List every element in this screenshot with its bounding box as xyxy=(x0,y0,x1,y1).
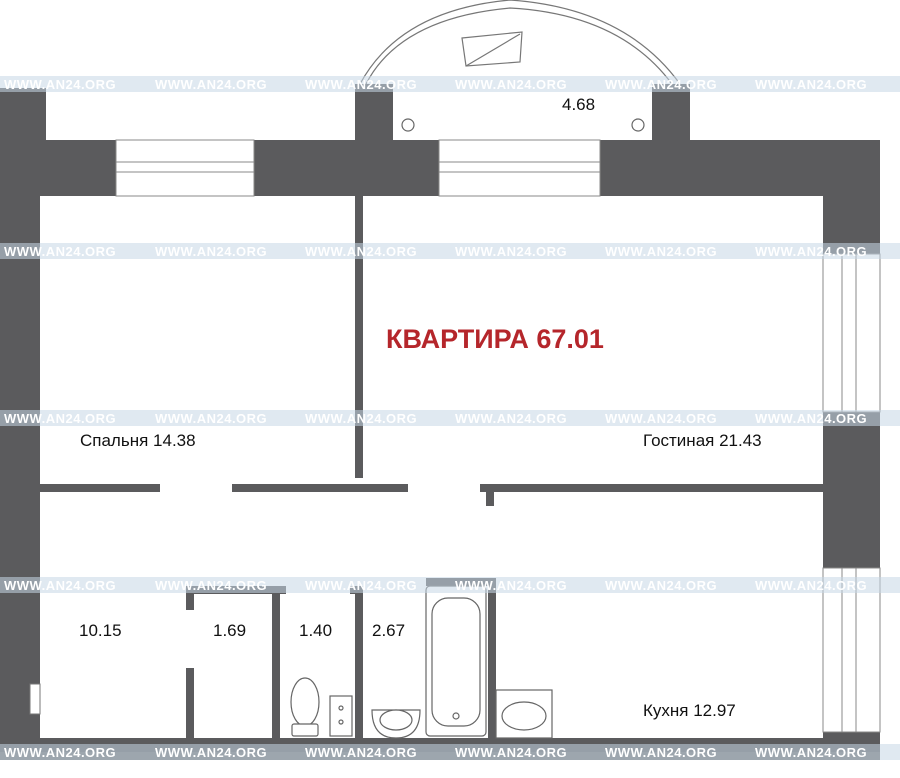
wc-area-label: 1.40 xyxy=(299,621,332,640)
balcony-fixture-right xyxy=(631,118,645,132)
watermark-text: WWW.AN24.ORG xyxy=(755,411,867,426)
watermark-text: WWW.AN24.ORG xyxy=(4,77,116,92)
watermark-text: WWW.AN24.ORG xyxy=(605,745,717,760)
watermark-text: WWW.AN24.ORG xyxy=(305,745,417,760)
bathroom-area-label: 2.67 xyxy=(372,621,405,640)
apartment-title: КВАРТИРА 67.01 xyxy=(386,324,604,354)
balcony-area-label: 4.68 xyxy=(562,95,595,114)
watermark-text: WWW.AN24.ORG xyxy=(455,77,567,92)
watermark-text: WWW.AN24.ORG xyxy=(755,77,867,92)
watermark-text: WWW.AN24.ORG xyxy=(155,578,267,593)
watermark-text: WWW.AN24.ORG xyxy=(4,411,116,426)
watermark-text: WWW.AN24.ORG xyxy=(605,411,717,426)
watermark-text: WWW.AN24.ORG xyxy=(755,578,867,593)
watermark-text: WWW.AN24.ORG xyxy=(755,745,867,760)
watermark-text: WWW.AN24.ORG xyxy=(605,244,717,259)
bathtub xyxy=(425,585,487,737)
bedroom-label: Спальня 14.38 xyxy=(80,431,196,450)
watermark-text: WWW.AN24.ORG xyxy=(455,244,567,259)
watermark-text: WWW.AN24.ORG xyxy=(455,411,567,426)
watermark-text: WWW.AN24.ORG xyxy=(305,77,417,92)
closet-area-label: 1.69 xyxy=(213,621,246,640)
watermark-text: WWW.AN24.ORG xyxy=(455,578,567,593)
watermark-text: WWW.AN24.ORG xyxy=(755,244,867,259)
watermark-text: WWW.AN24.ORG xyxy=(155,77,267,92)
kitchen-label: Кухня 12.97 xyxy=(643,701,736,720)
watermark-text: WWW.AN24.ORG xyxy=(605,578,717,593)
watermark-text: WWW.AN24.ORG xyxy=(155,244,267,259)
watermark-text: WWW.AN24.ORG xyxy=(4,745,116,760)
watermark-text: WWW.AN24.ORG xyxy=(4,244,116,259)
balcony-fixture-left xyxy=(401,118,415,132)
watermark-text: WWW.AN24.ORG xyxy=(605,77,717,92)
floor-plan: 4.68 КВАРТИРА 67.01 Спальня 14.38 Гостин… xyxy=(0,0,900,778)
watermark-text: WWW.AN24.ORG xyxy=(305,411,417,426)
watermark-text: WWW.AN24.ORG xyxy=(305,244,417,259)
watermark-text: WWW.AN24.ORG xyxy=(455,745,567,760)
kitchen-sink xyxy=(495,689,553,739)
watermark-text: WWW.AN24.ORG xyxy=(305,578,417,593)
watermark-text: WWW.AN24.ORG xyxy=(155,745,267,760)
hall-wall-niche xyxy=(29,683,41,715)
watermark-text: WWW.AN24.ORG xyxy=(4,578,116,593)
hall-area-label: 10.15 xyxy=(79,621,122,640)
living-room-label: Гостиная 21.43 xyxy=(643,431,762,450)
watermark-text: WWW.AN24.ORG xyxy=(155,411,267,426)
